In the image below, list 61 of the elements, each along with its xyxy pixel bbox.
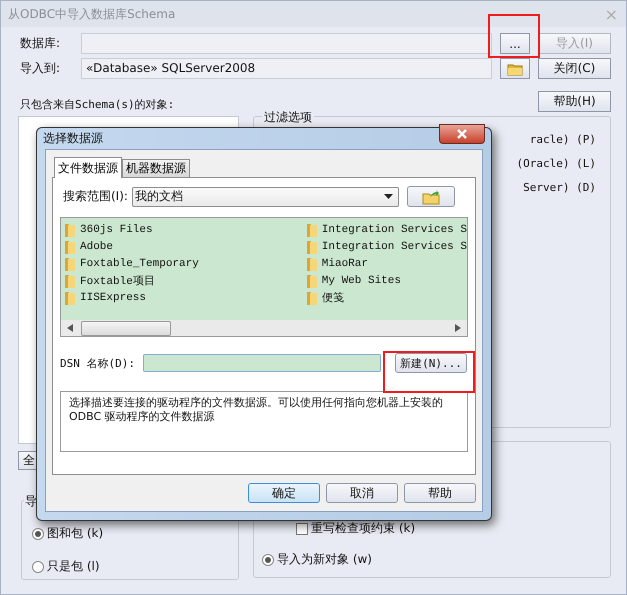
database-field[interactable] (81, 33, 492, 54)
folder-icon (64, 272, 76, 288)
filter-option[interactable]: racle) (P) (530, 133, 596, 146)
radio-option[interactable]: 只是包 (l) (32, 558, 238, 575)
horizontal-scrollbar[interactable] (61, 320, 467, 336)
file-list[interactable]: 360js Files Adobe Foxtable_Temporary Foxtable项目 IISExpress Integration Services S Integration Services S MiaoRar My Web Sites 便笺 (60, 217, 468, 337)
folder-button[interactable] (500, 58, 530, 79)
dialog-button[interactable]: 帮助 (404, 483, 476, 503)
dropdown-icon (384, 194, 393, 199)
folder-item[interactable]: 360js Files (64, 221, 306, 238)
folder-item[interactable]: 便笺 (306, 289, 467, 306)
folder-dropdown[interactable]: 我的文档 (132, 186, 399, 206)
highlight-frame (488, 14, 540, 58)
folder-icon (306, 290, 318, 306)
folder-icon (64, 222, 76, 238)
close-button[interactable]: 关闭(C) (538, 58, 611, 79)
folder-item[interactable]: Foxtable_Temporary (64, 255, 306, 272)
folder-item[interactable]: Integration Services S (306, 221, 467, 238)
target-field[interactable]: «Database» SQLServer2008 (81, 58, 492, 79)
radio-option[interactable]: 导入为新对象 (w) (262, 551, 610, 568)
field-label: DSN 名称(D): (60, 356, 135, 370)
folder-icon (64, 238, 76, 254)
window-title: 从ODBC中导入数据库Schema (8, 6, 176, 22)
new-button[interactable]: 新建(N)... (394, 353, 467, 373)
help-button[interactable]: 帮助(H) (538, 91, 611, 112)
radio-option[interactable]: 图和包 (k) (32, 525, 238, 542)
folder-item[interactable]: My Web Sites (306, 272, 467, 289)
tab[interactable]: 机器数据源 (122, 159, 190, 177)
dialog-button[interactable]: 确定 (248, 483, 320, 503)
up-folder-button[interactable] (406, 186, 455, 207)
dsn-name-field[interactable] (142, 354, 381, 372)
field-label: 数据库: (20, 35, 62, 52)
folder-icon (64, 256, 76, 272)
filter-option[interactable]: Server) (D) (523, 181, 596, 194)
group-title: 过滤选项 (262, 109, 314, 126)
browse-button[interactable]: ... (500, 33, 530, 54)
folder-item[interactable]: MiaoRar (306, 255, 467, 272)
checkbox-option[interactable]: 重写检查项约束 (k) (262, 520, 610, 537)
field-label: 导入到: (20, 60, 62, 77)
scroll-right-icon (455, 324, 461, 332)
folder-icon (306, 256, 318, 272)
folder-item[interactable]: IISExpress (64, 289, 306, 306)
folder-item[interactable]: Foxtable项目 (64, 272, 306, 289)
close-button[interactable] (439, 124, 485, 144)
folder-up-icon (422, 188, 440, 204)
field-label: 搜索范围(I): (63, 188, 128, 205)
folder-icon (64, 290, 76, 306)
folder-icon (306, 222, 318, 238)
folder-icon (306, 238, 318, 254)
dialog-title: 选择数据源 (43, 130, 103, 147)
folder-item[interactable]: Integration Services S (306, 238, 467, 255)
schema-label: 只包含来自Schema(s)的对象: (20, 97, 174, 112)
tab[interactable]: 文件数据源 (54, 157, 122, 178)
dialog-button[interactable]: 取消 (326, 483, 398, 503)
filter-option[interactable]: (Oracle) (L) (516, 157, 596, 170)
folder-icon (507, 62, 523, 76)
folder-item[interactable]: Adobe (64, 238, 306, 255)
description-text: 选择描述要连接的驱动程序的文件数据源。可以使用任何指向您机器上安装的 ODBC 驱动程序的文件数据源 (60, 391, 468, 452)
folder-icon (306, 272, 318, 288)
close-icon (456, 129, 468, 139)
scroll-left-icon (67, 324, 73, 332)
